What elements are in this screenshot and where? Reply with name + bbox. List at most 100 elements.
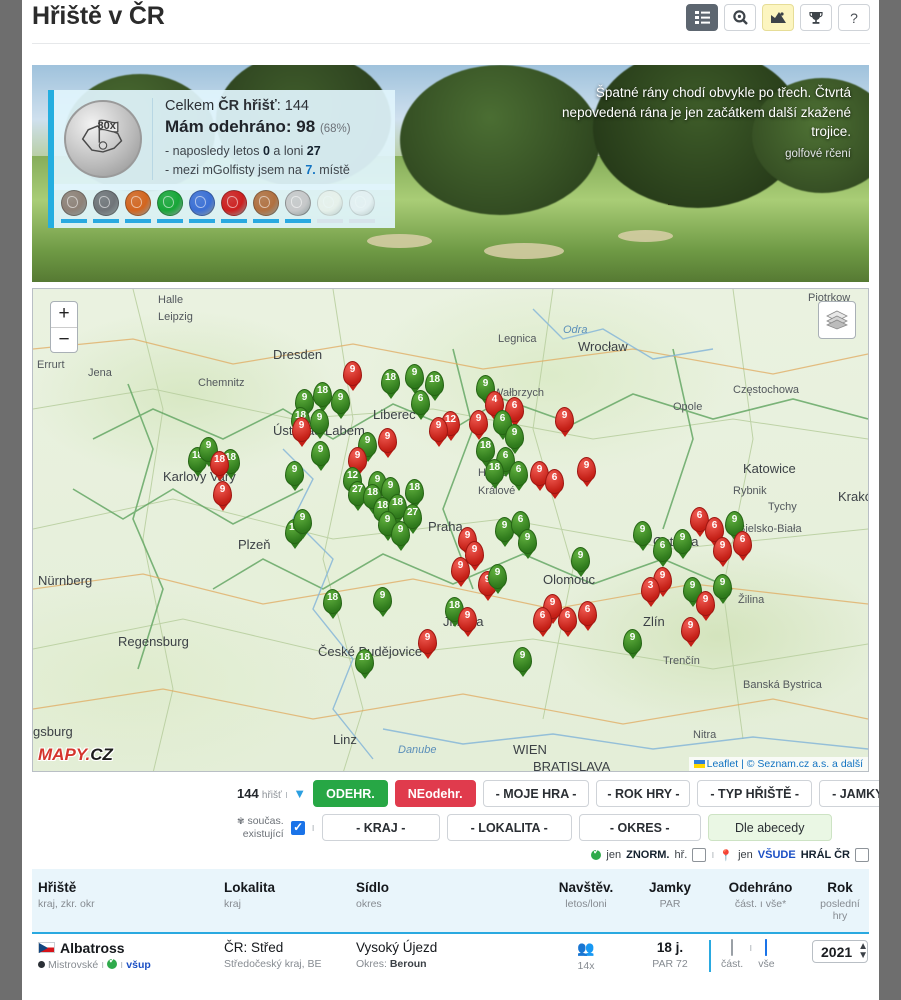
odehrano-vse-checkbox[interactable]	[765, 939, 768, 956]
map-pin-played[interactable]: 18	[323, 589, 342, 619]
map-pin-played[interactable]: 9	[673, 529, 692, 559]
map-place-label: BRATISLAVA	[533, 759, 611, 772]
map-pin-played[interactable]: 18	[355, 649, 374, 679]
achievement-coin[interactable]	[220, 189, 248, 223]
map-pin-unplayed[interactable]: 9	[458, 607, 477, 637]
map-pin-unplayed[interactable]: 9	[681, 617, 700, 647]
sort-select[interactable]: Dle abecedy	[707, 814, 832, 841]
map-pin-played[interactable]: 9	[633, 521, 652, 551]
map-pin-played[interactable]: 6	[653, 537, 672, 567]
vsude-checkbox[interactable]	[855, 848, 869, 862]
map-pin-played[interactable]: 9	[405, 364, 424, 394]
map-pin-unplayed[interactable]: 9	[713, 537, 732, 567]
col-lokalita[interactable]: Lokalita kraj	[224, 880, 356, 922]
map-pin-unplayed[interactable]: 9	[577, 457, 596, 487]
map-pin-unplayed[interactable]: 9	[213, 481, 232, 511]
typ-hriste-select[interactable]: - TYP HŘIŠTĚ -	[697, 780, 813, 807]
year-select[interactable]: 2021 ▲ ▼	[812, 940, 868, 963]
map-pin-played[interactable]: 6	[509, 461, 528, 491]
achievement-coin[interactable]	[252, 189, 280, 223]
col-hriste[interactable]: Hřiště kraj, zkr. okr	[32, 880, 224, 922]
map-pin-unplayed[interactable]: 9	[343, 361, 362, 391]
map-pin-unplayed[interactable]: 9	[418, 629, 437, 659]
map-pin-unplayed[interactable]: 9	[429, 417, 448, 447]
map-pin-played[interactable]: 9	[713, 574, 732, 604]
map-pin-played[interactable]: 9	[391, 521, 410, 551]
mapy-logo[interactable]: MAPY.CZ	[38, 745, 113, 765]
zoom-out-button[interactable]: −	[51, 327, 77, 352]
map-pin-unplayed[interactable]: 9	[292, 417, 311, 447]
map-layers-button[interactable]	[818, 301, 856, 339]
map-pin-played[interactable]: 9	[311, 441, 330, 471]
cell-hriste[interactable]: Albatross Mistrovské ı ı všup	[32, 940, 224, 972]
okres-select[interactable]: - OKRES -	[578, 814, 701, 841]
map-pin-played[interactable]: 9	[505, 424, 524, 454]
map-pin-unplayed[interactable]: 6	[545, 469, 564, 499]
col-navstev[interactable]: Navštěv. letos/loni	[541, 880, 631, 922]
achievement-coin[interactable]	[316, 189, 344, 223]
achievement-coin[interactable]	[124, 189, 152, 223]
col-rok[interactable]: Rok poslední hry	[812, 880, 868, 922]
map-pin-played[interactable]: 18	[381, 369, 400, 399]
achievement-coin[interactable]	[92, 189, 120, 223]
map-pin-unplayed[interactable]: 9	[378, 428, 397, 458]
course-name[interactable]: Albatross	[60, 940, 125, 956]
map-pin-played[interactable]: 9	[513, 647, 532, 677]
map-pin-played[interactable]: 9	[518, 529, 537, 559]
map-pin-played[interactable]: 18	[313, 382, 332, 412]
odehrano-filter-button[interactable]: ODEHR.	[313, 780, 388, 807]
map-pin-played[interactable]: 9	[373, 587, 392, 617]
zoom-in-button[interactable]: +	[51, 302, 77, 327]
trophy-button[interactable]	[800, 4, 832, 31]
achievement-coin[interactable]	[60, 189, 88, 223]
jamky-select[interactable]: - JAMKY -	[819, 780, 879, 807]
kraj-select[interactable]: - KRAJ -	[321, 814, 440, 841]
map-pin-unplayed[interactable]: 6	[558, 607, 577, 637]
col-odehrano[interactable]: Odehráno část. ı vše*	[709, 880, 812, 922]
achievement-coin[interactable]	[188, 189, 216, 223]
map-pin-played[interactable]: 9	[623, 629, 642, 659]
achievement-coin[interactable]	[284, 189, 312, 223]
leaflet-link[interactable]: Leaflet	[707, 758, 739, 770]
existing-checkbox[interactable]	[290, 820, 305, 835]
map-pin-played[interactable]: 9	[285, 461, 304, 491]
map-zoom-control[interactable]: + −	[50, 301, 78, 353]
header-divider	[32, 43, 870, 44]
map-pin-played[interactable]: 18	[485, 459, 504, 489]
map-pin-unplayed[interactable]: 6	[578, 601, 597, 631]
map-pin-played[interactable]: 6	[411, 390, 430, 420]
map-pin-played[interactable]: 9	[310, 409, 329, 439]
map-pin-unplayed[interactable]: 9	[555, 407, 574, 437]
table-row[interactable]: Albatross Mistrovské ı ı všup ČR: Střed …	[32, 932, 869, 972]
map-container[interactable]: Halle Piotrkow Leipzig Errurt Legnica Odra Wro…	[32, 288, 869, 772]
col-sidlo[interactable]: Sídlo okres	[356, 880, 541, 922]
moje-hra-select[interactable]: - MOJE HRA -	[482, 780, 590, 807]
map-pin-unplayed[interactable]: 9	[469, 410, 488, 440]
achievement-coin[interactable]	[348, 189, 376, 223]
search-button[interactable]	[724, 4, 756, 31]
map-pin-unplayed[interactable]: 3	[641, 577, 660, 607]
map-pin-unplayed[interactable]: 6	[533, 607, 552, 637]
map-pin-played[interactable]: 9	[571, 547, 590, 577]
map-pin-unplayed[interactable]: 18	[210, 451, 229, 481]
map-pin-played[interactable]: 9	[331, 389, 350, 419]
filter-funnel-icon[interactable]: ▼	[293, 786, 306, 801]
col-jamky[interactable]: Jamky PAR	[631, 880, 709, 922]
map-attribution[interactable]: Leaflet | © Seznam.cz a.s. a další	[688, 757, 868, 771]
cell-sidlo[interactable]: Vysoký Újezd Okres: Beroun	[356, 940, 541, 972]
rok-hry-select[interactable]: - ROK HRY -	[596, 780, 691, 807]
map-pin-unplayed[interactable]: 9	[451, 557, 470, 587]
odehrano-cast-checkbox[interactable]	[731, 939, 734, 956]
list-view-button[interactable]	[686, 4, 718, 31]
statistics-button[interactable]	[762, 4, 794, 31]
map-pin-played[interactable]: 9	[293, 509, 312, 539]
achievement-coin[interactable]	[156, 189, 184, 223]
znorm-checkbox[interactable]	[692, 848, 707, 862]
neodehrano-filter-button[interactable]: NEodehr.	[394, 780, 476, 807]
lokalita-select[interactable]: - LOKALITA -	[446, 814, 572, 841]
cell-lokalita[interactable]: ČR: Střed Středočeský kraj, BE	[224, 940, 356, 972]
help-button[interactable]: ?	[838, 4, 870, 31]
map-pin-unplayed[interactable]: 6	[733, 531, 752, 561]
map-pin-played[interactable]: 9	[488, 564, 507, 594]
map-pin-played[interactable]: 18	[405, 479, 424, 509]
